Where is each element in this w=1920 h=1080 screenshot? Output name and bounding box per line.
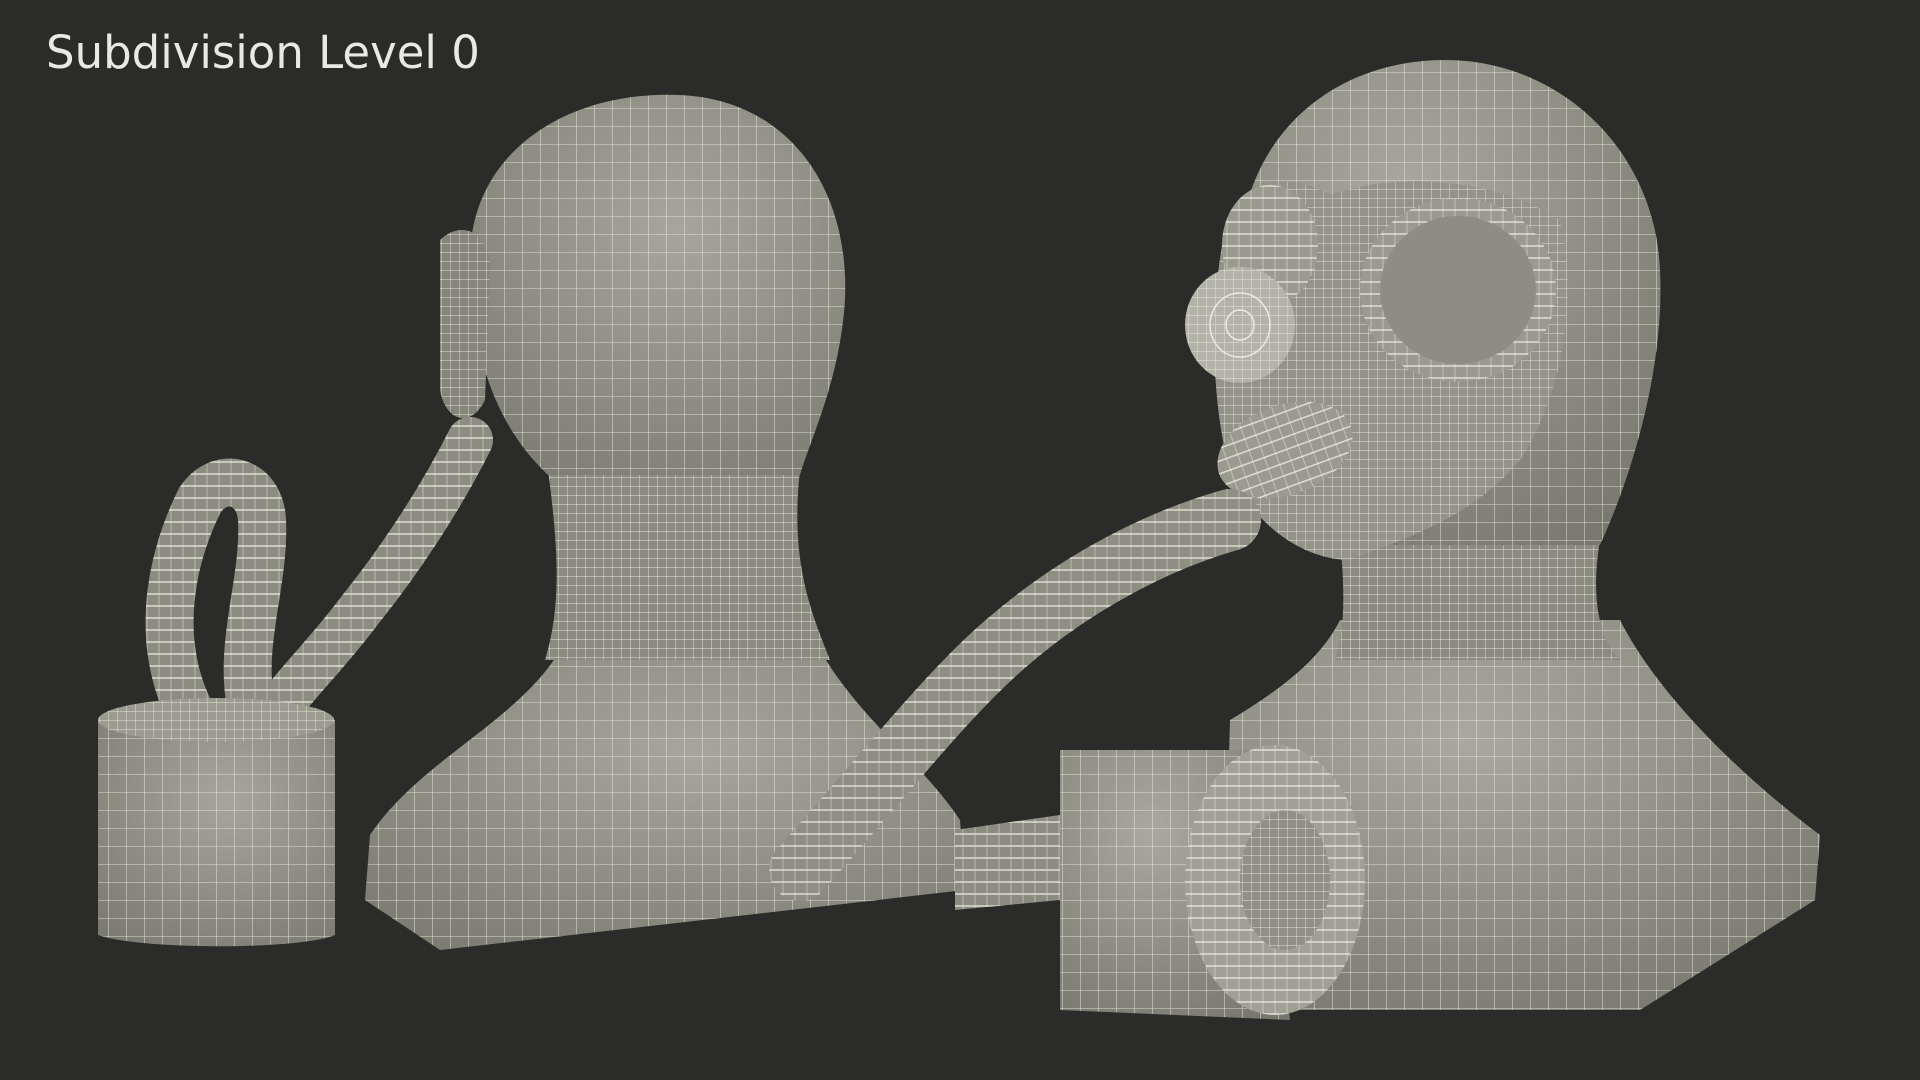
render-viewport: Subdivision Level 0: [0, 0, 1920, 1080]
wireframe-render-scene: [98, 60, 1820, 1020]
subdivision-level-label: Subdivision Level 0: [46, 26, 480, 79]
